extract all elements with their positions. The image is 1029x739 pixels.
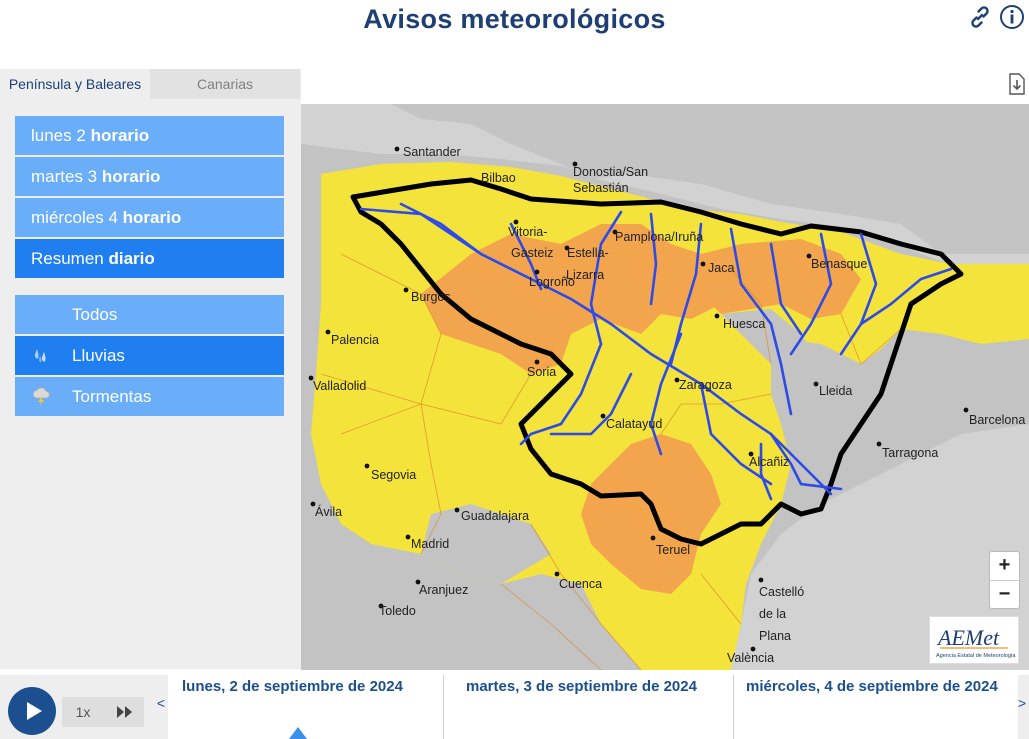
zoom-out-button[interactable]: − (990, 580, 1019, 608)
day-button-mode: horario (122, 208, 182, 227)
header-actions (967, 4, 1025, 30)
city-label: Estella- (567, 246, 609, 260)
type-button-label: Lluvias (72, 346, 125, 365)
city-label: Lleida (819, 384, 852, 398)
fast-forward-icon[interactable] (114, 703, 136, 721)
day-selector: lunes 2 horario martes 3 horario miércol… (15, 116, 284, 280)
type-button-lluvias[interactable]: Lluvias (15, 336, 284, 375)
city-label: Benasque (811, 257, 867, 271)
type-button-tormentas[interactable]: Tormentas (15, 377, 284, 416)
city-label: Alcañiz (749, 455, 789, 469)
city-label: Huesca (723, 317, 765, 331)
city-label: Burgos (411, 290, 451, 304)
region-tabs: Península y Baleares Canarias (0, 69, 301, 99)
day-button-lunes[interactable]: lunes 2 horario (15, 116, 284, 155)
play-icon (27, 702, 42, 720)
city-label: Vitoria- (508, 225, 547, 239)
city-label: Ávila (315, 504, 342, 519)
speed-selector[interactable]: 1x (62, 697, 104, 727)
day-button-label: Resumen (31, 249, 104, 268)
city-label: Teruel (656, 543, 690, 557)
city-label: Barcelona (969, 413, 1025, 427)
city-label: Santander (403, 145, 461, 159)
city-label: Bilbao (481, 171, 516, 185)
day-button-mode: horario (90, 126, 150, 145)
city-label: Castelló (759, 585, 804, 599)
aemet-logo: AEMet Agencia Estatal de Meteorología (929, 616, 1019, 664)
link-icon[interactable] (967, 4, 993, 30)
city-label: Calatayud (606, 417, 662, 431)
page-title: Avisos meteorológicos (363, 4, 666, 34)
city-label: València (727, 651, 774, 665)
city-label: Zaragoza (679, 378, 732, 392)
city-label: Logroño (529, 275, 575, 289)
city-label: Guadalajara (461, 509, 529, 523)
phenomenon-selector: Todos Lluvias Tormentas (15, 295, 284, 418)
zoom-control: + − (989, 551, 1020, 609)
tab-canarias[interactable]: Canarias (150, 69, 300, 99)
city-label: Gasteiz (511, 246, 553, 260)
day-button-mode: diario (108, 249, 155, 268)
day-button-miercoles[interactable]: miércoles 4 horario (15, 198, 284, 237)
left-panel: Península y Baleares Canarias lunes 2 ho… (0, 69, 301, 669)
city-label: Soria (527, 365, 556, 379)
city-label: Valladolid (313, 379, 366, 393)
day-button-label: martes 3 (31, 167, 98, 186)
city-label: Jaca (708, 261, 734, 275)
info-icon[interactable] (999, 4, 1025, 30)
timeline-bar: 1x < lunes, 2 de septiembre de 2024 mart… (0, 675, 1029, 739)
city-label: Sebastián (573, 181, 629, 195)
rain-icon (34, 349, 46, 363)
city-label: Tarragona (882, 446, 938, 460)
speed-control: 1x (62, 697, 144, 727)
storm-icon (32, 387, 50, 406)
city-label: Aranjuez (419, 583, 468, 597)
city-label: de la (759, 607, 786, 621)
play-button[interactable] (8, 687, 56, 735)
timeline-day-miercoles[interactable]: miércoles, 4 de septiembre de 2024 (733, 675, 1018, 739)
warning-map[interactable]: Santander Bilbao Donostia/San Sebastián … (301, 104, 1029, 670)
day-button-mode: horario (101, 167, 161, 186)
timeline-day-martes[interactable]: martes, 3 de septiembre de 2024 (443, 675, 733, 739)
day-button-martes[interactable]: martes 3 horario (15, 157, 284, 196)
tab-peninsula-baleares[interactable]: Península y Baleares (0, 69, 150, 99)
day-button-label: lunes 2 (31, 126, 86, 145)
type-button-label: Todos (72, 305, 118, 324)
timeline-next-button[interactable]: > (1015, 695, 1029, 715)
download-icon[interactable] (1007, 72, 1027, 96)
timeline-days: lunes, 2 de septiembre de 2024 martes, 3… (168, 675, 1018, 739)
city-label: Toledo (379, 604, 416, 618)
city-label: Plana (759, 629, 791, 643)
city-label: Segovia (371, 468, 416, 482)
city-label: Pamplona/Iruña (615, 230, 703, 244)
type-button-label: Tormentas (72, 387, 152, 406)
city-label: Madrid (411, 537, 449, 551)
city-label: Donostia/San (573, 165, 648, 179)
timeline-prev-button[interactable]: < (154, 695, 168, 715)
svg-text:Agencia Estatal de Meteorologí: Agencia Estatal de Meteorología (936, 653, 1016, 659)
timeline-current-marker[interactable] (289, 727, 307, 739)
day-button-resumen[interactable]: Resumen diario (15, 239, 284, 278)
type-button-todos[interactable]: Todos (15, 295, 284, 334)
city-label: Palencia (331, 333, 379, 347)
svg-text:AEMet: AEMet (936, 625, 1000, 650)
map-canvas: Santander Bilbao Donostia/San Sebastián … (301, 104, 1029, 670)
city-label: Cuenca (559, 577, 602, 591)
day-button-label: miércoles 4 (31, 208, 118, 227)
zoom-in-button[interactable]: + (990, 552, 1019, 580)
